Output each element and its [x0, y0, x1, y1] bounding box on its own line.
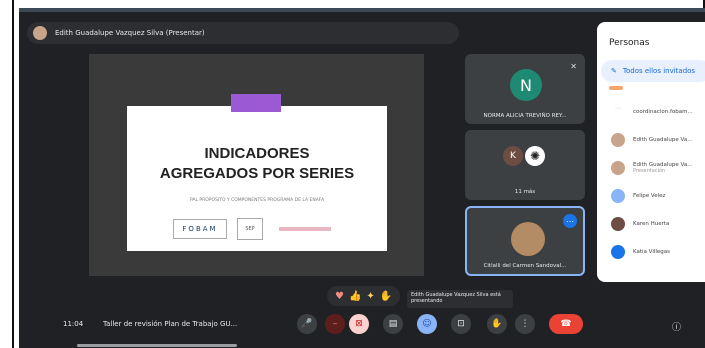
- compass-avatar-icon: ✺: [525, 146, 545, 166]
- bottom-toolbar: 11:04 Taller de revisión Plan de Trabajo…: [19, 308, 705, 340]
- list-item[interactable]: Edith Guadalupe Va...: [611, 126, 693, 154]
- avatar: [611, 245, 625, 259]
- people-filter-tab[interactable]: ✎ Todos ellos invitados: [601, 60, 705, 82]
- heart-reaction-icon[interactable]: ♥: [335, 291, 344, 302]
- top-strip: [19, 8, 705, 12]
- info-icon[interactable]: ⓘ: [672, 320, 681, 333]
- captions-off-button[interactable]: ⊠: [349, 314, 369, 334]
- participant-name: Karen Huerta: [633, 221, 670, 227]
- participant-tile-norma[interactable]: N ✕ NORMA ALICIA TREVIÑO REY...: [465, 54, 585, 124]
- reaction-bar: ♥ 👍 ✦ ✋: [327, 286, 401, 306]
- presenting-tooltip: Edith Guadalupe Vazquez Silva está prese…: [407, 290, 513, 308]
- meet-window: Edith Guadalupe Vazquez Silva (Presentar…: [19, 8, 705, 348]
- microphone-button[interactable]: 🎤: [297, 314, 317, 334]
- list-item[interactable]: Felipe Velez: [611, 182, 693, 210]
- sep-seal-logo: SEP: [237, 218, 263, 240]
- slide-title-line1: INDICADORES: [204, 145, 310, 162]
- avatar: [611, 161, 625, 175]
- participant-name: Felipe Velez: [633, 193, 666, 199]
- participant-name: Citlalli del Carmen Sandoval...: [483, 263, 567, 269]
- people-filter-label: Todos ellos invitados: [622, 67, 696, 75]
- participant-video: [511, 222, 545, 256]
- more-options-icon[interactable]: ⋯: [563, 214, 577, 228]
- slide-accent-tab: [231, 94, 281, 112]
- participant-name: coordinacion.fobam...: [633, 109, 693, 115]
- participant-name: NORMA ALICIA TREVIÑO REY...: [483, 113, 567, 119]
- clap-reaction-icon[interactable]: ✋: [380, 291, 392, 302]
- leave-call-button[interactable]: ☎: [549, 314, 583, 334]
- captions-button[interactable]: ▤: [383, 314, 403, 334]
- party-reaction-icon[interactable]: ✦: [366, 291, 374, 302]
- avatar: [611, 133, 625, 147]
- present-button[interactable]: ⊡: [451, 314, 471, 334]
- thumbs-up-reaction-icon[interactable]: 👍: [349, 291, 361, 302]
- participant-name-block: Edith Guadalupe Va... Presentación: [633, 162, 692, 174]
- fobam-logo: FOBAM: [173, 219, 227, 239]
- slide-title-line2: AGREGADOS POR SERIES: [159, 165, 355, 182]
- mic-off-icon: ✕: [570, 62, 577, 71]
- presentation-stage: INDICADORES AGREGADOS POR SERIES PAL PRO…: [89, 54, 424, 276]
- list-item[interactable]: Karen Huerta: [611, 210, 693, 238]
- logo-row: FOBAM SEP: [173, 218, 331, 240]
- presenter-name: Edith Guadalupe Vazquez Silva (Presentar…: [55, 29, 205, 37]
- red-logo-bar: [279, 227, 331, 231]
- presentation-slide: INDICADORES AGREGADOS POR SERIES PAL PRO…: [127, 94, 387, 251]
- avatar: [611, 189, 625, 203]
- avatar: [611, 217, 625, 231]
- orange-indicator: [609, 86, 623, 90]
- more-participants-label: 11 más: [514, 189, 536, 195]
- raise-hand-button[interactable]: ✋: [487, 314, 507, 334]
- meeting-title: Taller de revisión Plan de Trabajo GU...: [103, 320, 238, 328]
- clock-time: 11:04: [63, 320, 84, 328]
- avatar: K: [503, 146, 523, 166]
- slide-title: INDICADORES AGREGADOS POR SERIES: [127, 144, 387, 184]
- participant-tile-citlalli[interactable]: ⋯ Citlalli del Carmen Sandoval...: [465, 206, 585, 276]
- list-item[interactable]: Edith Guadalupe Va... Presentación: [611, 154, 693, 182]
- people-list: ⋯ coordinacion.fobam... Edith Guadalupe …: [611, 98, 693, 266]
- horizontal-scrollbar[interactable]: [77, 344, 237, 347]
- list-item[interactable]: Katia Villegas: [611, 238, 693, 266]
- camera-off-button[interactable]: –: [325, 314, 345, 334]
- presenter-avatar: [33, 26, 47, 40]
- participant-name: Edith Guadalupe Va...: [633, 137, 693, 143]
- reactions-button[interactable]: ☺: [417, 314, 437, 334]
- list-item[interactable]: ⋯ coordinacion.fobam...: [611, 98, 693, 126]
- participant-name: Katia Villegas: [633, 249, 671, 255]
- dots-icon: ⋯: [611, 105, 625, 119]
- avatar: N: [510, 69, 542, 101]
- participant-role: Presentación: [633, 168, 666, 174]
- more-options-button[interactable]: ⋮: [515, 314, 535, 334]
- participant-tile-more[interactable]: K ✺ 11 más: [465, 130, 585, 200]
- presenter-bar[interactable]: Edith Guadalupe Vazquez Silva (Presentar…: [27, 22, 459, 44]
- people-panel: Personas ✎ Todos ellos invitados ⋯ coord…: [597, 22, 705, 282]
- people-filter-icon: ✎: [611, 67, 617, 75]
- slide-subtitle: PAL PROPOSITO Y COMPONENTES PROGRAMA DE …: [189, 198, 325, 203]
- people-panel-title: Personas: [609, 38, 650, 48]
